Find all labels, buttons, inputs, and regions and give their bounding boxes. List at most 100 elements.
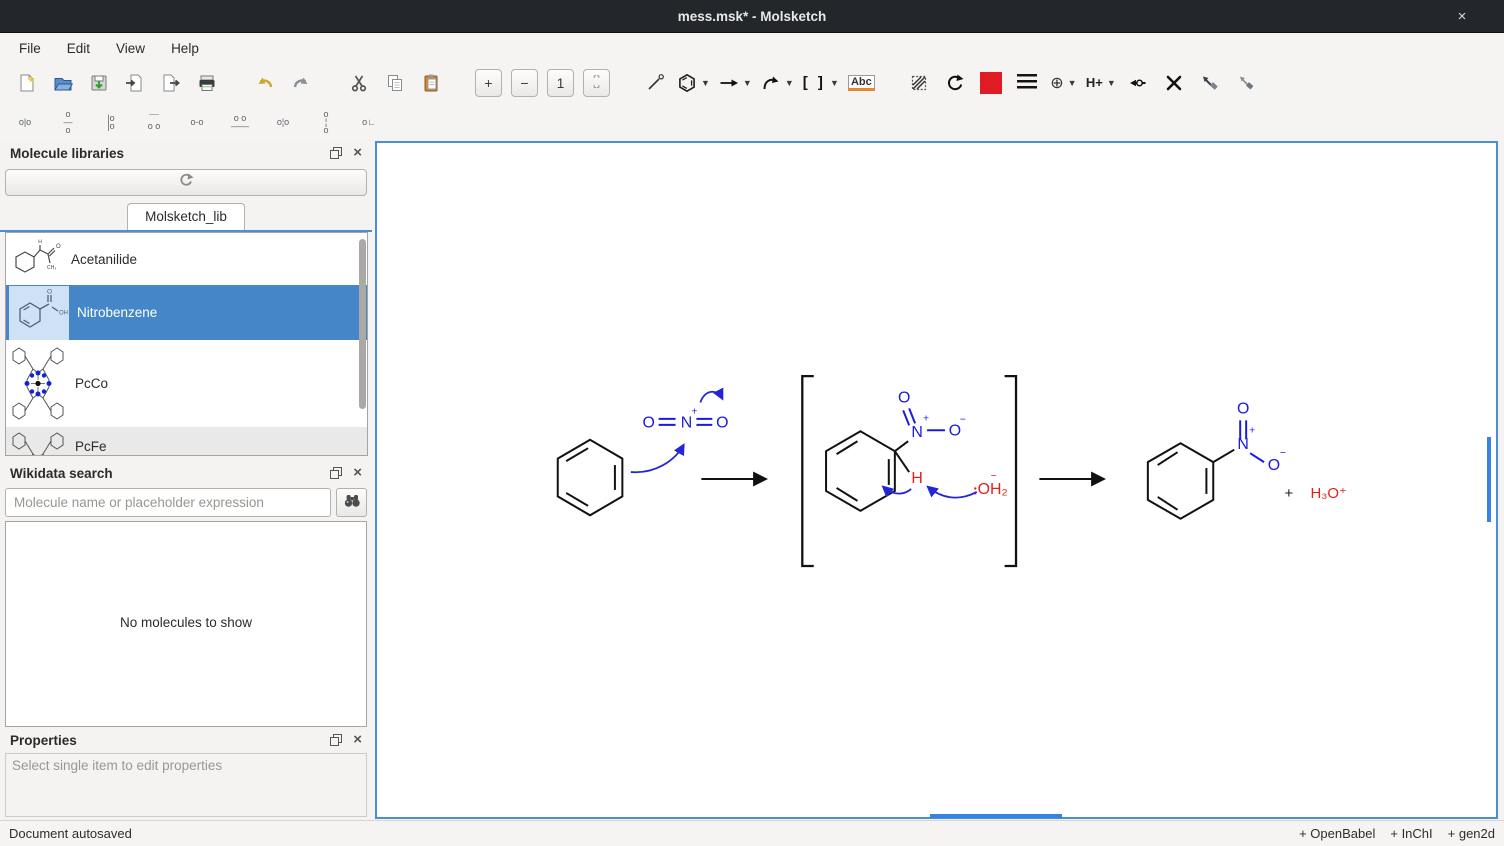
align-top-icon[interactable]: ¯¯o o xyxy=(142,107,166,137)
arenium-intermediate[interactable]: O N + O − H OH₂ − xyxy=(802,376,1016,566)
molecule-libraries-panel: Molecule libraries × Molsketch_lib HOCH₃… xyxy=(0,140,372,232)
wikidata-result-list[interactable]: No molecules to show xyxy=(5,521,367,727)
dropdown-arrow-icon[interactable]: ▼ xyxy=(785,78,794,88)
menu-edit[interactable]: Edit xyxy=(54,37,103,60)
charge-icon[interactable]: ⊕▼ xyxy=(1050,69,1077,97)
close-panel-icon[interactable]: × xyxy=(353,467,362,479)
dropdown-arrow-icon[interactable]: ▼ xyxy=(701,78,710,88)
copy-icon[interactable] xyxy=(381,69,408,97)
electron-push-arrow[interactable] xyxy=(631,445,684,472)
text-icon[interactable]: Abc xyxy=(848,69,875,97)
list-scrollbar-thumb[interactable] xyxy=(359,239,366,409)
svg-text:H: H xyxy=(38,240,42,246)
dropdown-arrow-icon[interactable]: ▼ xyxy=(1107,78,1116,88)
library-item-pcco[interactable]: PcCo xyxy=(6,340,367,427)
drawing-canvas[interactable]: O N + O O N + O − H xyxy=(375,141,1498,819)
molecule-name: Nitrobenzene xyxy=(77,305,157,320)
binoculars-icon xyxy=(341,489,363,516)
nitrobenzene-product[interactable]: O N + O − xyxy=(1148,400,1286,518)
align-left-icon[interactable]: |o|o xyxy=(99,107,123,137)
library-item-nitrobenzene[interactable]: OOH Nitrobenzene xyxy=(6,285,367,340)
paste-icon[interactable] xyxy=(417,69,444,97)
redo-icon[interactable] xyxy=(287,69,314,97)
export-icon[interactable] xyxy=(157,69,184,97)
tab-molsketch-lib[interactable]: Molsketch_lib xyxy=(127,203,245,230)
nitronium-ion[interactable]: O N + O xyxy=(643,392,729,432)
status-message: Document autosaved xyxy=(9,826,132,841)
dropdown-arrow-icon[interactable]: ▼ xyxy=(830,78,839,88)
undo-icon[interactable] xyxy=(251,69,278,97)
zoom-in-icon[interactable]: + xyxy=(475,69,502,97)
delete-icon[interactable] xyxy=(1161,69,1188,97)
menu-file[interactable]: File xyxy=(6,37,54,60)
atom-label-O: O xyxy=(1237,400,1249,417)
benzene-molecule[interactable] xyxy=(558,440,623,516)
cut-icon[interactable] xyxy=(345,69,372,97)
molecule-list[interactable]: HOCH₃AcetanilideOOH Nitrobenzene PcCo PcFe xyxy=(5,232,368,456)
refresh-libraries-button[interactable] xyxy=(5,169,367,196)
horizontal-scrollbar-thumb[interactable] xyxy=(930,814,1062,818)
new-document-icon[interactable]: ★ xyxy=(13,69,40,97)
svg-text:★: ★ xyxy=(27,74,35,84)
rotate-icon[interactable] xyxy=(942,69,969,97)
properties-panel: Properties × Select single item to edit … xyxy=(0,727,372,817)
menu-help[interactable]: Help xyxy=(158,37,212,60)
align-horizontal-icon[interactable]: o-o xyxy=(185,107,209,137)
ring-icon[interactable]: ▼ xyxy=(677,69,710,97)
electron-flow-icon[interactable] xyxy=(1125,69,1152,97)
wikidata-search-input[interactable] xyxy=(5,488,331,517)
flip-horizontal-icon[interactable]: o|o xyxy=(13,107,37,137)
float-panel-icon[interactable] xyxy=(330,147,342,159)
clean-geometry-icon[interactable]: o∟ xyxy=(357,107,381,137)
charge-label-minus: − xyxy=(1280,448,1286,459)
line-width-icon[interactable] xyxy=(1014,69,1041,97)
search-button[interactable] xyxy=(336,488,367,517)
float-panel-icon[interactable] xyxy=(330,467,342,479)
import-icon[interactable] xyxy=(121,69,148,97)
align-bottom-icon[interactable]: o o—— xyxy=(228,107,252,137)
space-horizontal-icon[interactable]: o¦o xyxy=(271,107,295,137)
zoom-out-icon[interactable]: − xyxy=(511,69,538,97)
zoom-fit-icon[interactable]: ⌜⌝⌞⌟ xyxy=(583,69,610,97)
mechanism-tool-1-icon[interactable] xyxy=(1197,69,1224,97)
molecule-name: PcCo xyxy=(75,376,108,391)
plus-sign: + xyxy=(1285,486,1294,502)
refresh-icon xyxy=(178,172,194,193)
charge-label-minus: − xyxy=(960,414,966,425)
window-close-icon[interactable]: × xyxy=(1452,7,1472,27)
library-item-pcfe[interactable]: PcFe xyxy=(6,427,367,456)
menu-view[interactable]: View xyxy=(103,37,158,60)
lasso-icon[interactable] xyxy=(906,69,933,97)
space-vertical-icon[interactable]: o¦o xyxy=(314,107,338,137)
wikidata-panel-title: Wikidata search xyxy=(10,466,113,481)
align-toolbar: o|o o—o |o|o ¯¯o o o-o o o—— o¦o o¦o o∟ xyxy=(0,103,1504,140)
close-panel-icon[interactable]: × xyxy=(353,734,362,746)
flip-vertical-icon[interactable]: o—o xyxy=(56,107,80,137)
draw-bond-icon[interactable] xyxy=(641,69,668,97)
plugin-status: + InChI xyxy=(1390,826,1432,841)
electron-push-arrow[interactable] xyxy=(700,392,722,403)
open-icon[interactable] xyxy=(49,69,76,97)
bracket-icon[interactable]: [ ]▼ xyxy=(803,69,839,97)
save-icon[interactable] xyxy=(85,69,112,97)
statusbar-plugins: + OpenBabel+ InChI+ gen2d xyxy=(1299,826,1495,841)
dropdown-arrow-icon[interactable]: ▼ xyxy=(1068,78,1077,88)
reaction-arrow-icon[interactable]: ▼ xyxy=(719,69,752,97)
titlebar[interactable]: mess.msk* - Molsketch × xyxy=(0,0,1504,33)
float-panel-icon[interactable] xyxy=(330,734,342,746)
close-panel-icon[interactable]: × xyxy=(353,147,362,159)
electron-push-arrow[interactable] xyxy=(928,487,977,498)
print-icon[interactable] xyxy=(193,69,220,97)
electron-push-arrow[interactable] xyxy=(883,487,911,494)
left-dock: Molecule libraries × Molsketch_lib HOCH₃… xyxy=(0,140,372,820)
color-icon[interactable] xyxy=(978,69,1005,97)
mechanism-tool-2-icon[interactable] xyxy=(1233,69,1260,97)
dropdown-arrow-icon[interactable]: ▼ xyxy=(743,78,752,88)
hydrogen-icon[interactable]: H+▼ xyxy=(1086,69,1116,97)
zoom-original-icon[interactable]: 1 xyxy=(547,69,574,97)
hydronium-label[interactable]: H₃O⁺ xyxy=(1311,486,1347,502)
vertical-scrollbar-thumb[interactable] xyxy=(1487,437,1491,522)
library-item-acetanilide[interactable]: HOCH₃Acetanilide xyxy=(6,233,367,285)
mechanism-arrow-icon[interactable]: ▼ xyxy=(761,69,794,97)
molecule-thumbnail: OOH xyxy=(9,286,69,340)
